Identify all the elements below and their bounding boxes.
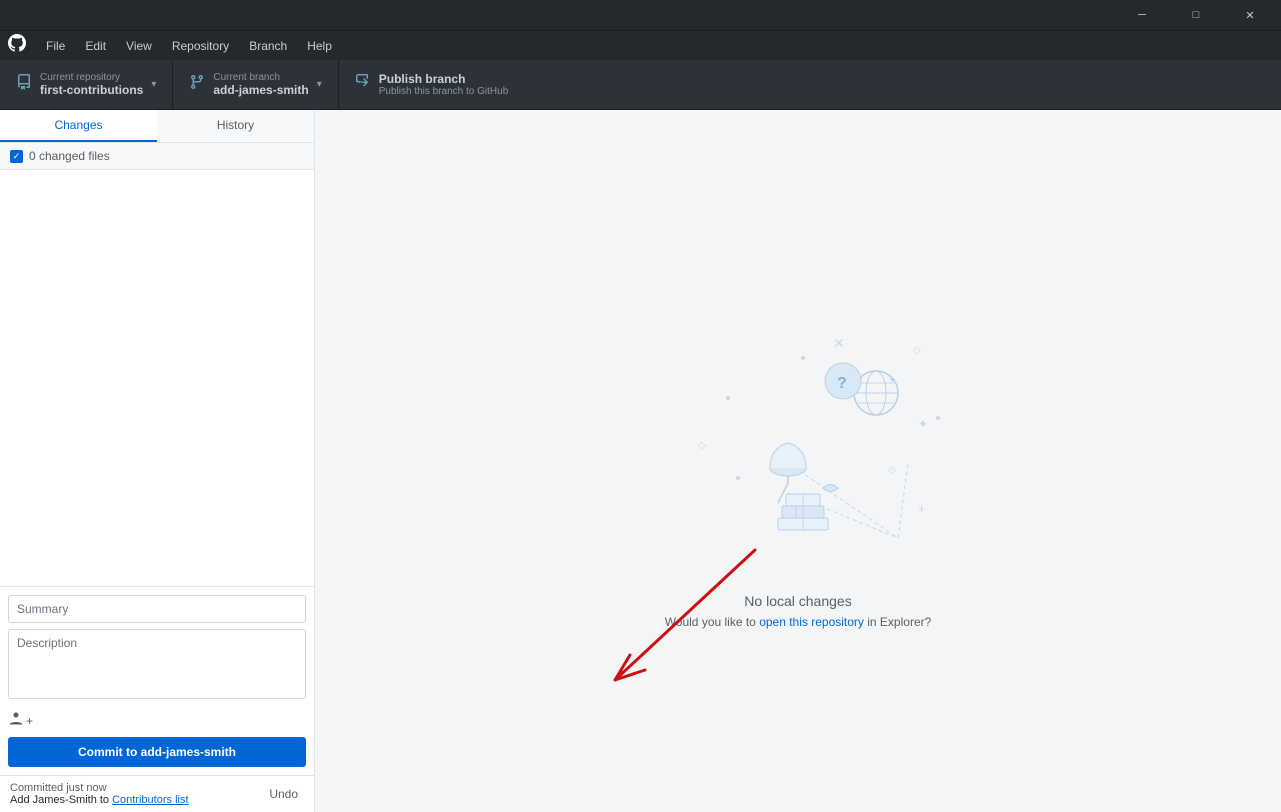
contributors-list-link[interactable]: Contributors list [112, 794, 188, 806]
main-content: ✕ ◇ ✦ ✦ ◇ ◇ + [315, 110, 1281, 812]
menu-view[interactable]: View [118, 35, 160, 57]
branch-value: add-james-smith [213, 83, 308, 97]
svg-text:◇: ◇ [913, 345, 921, 356]
recent-commit-bar: Committed just now Add James-Smith to Co… [0, 775, 314, 812]
close-button[interactable]: ✕ [1227, 0, 1273, 30]
tab-history[interactable]: History [157, 110, 314, 142]
current-branch-section[interactable]: Current branch add-james-smith ▾ [172, 60, 337, 109]
publish-text: Publish branch Publish this branch to Gi… [379, 72, 509, 97]
tab-changes[interactable]: Changes [0, 110, 157, 142]
branch-text: Current branch add-james-smith [213, 72, 308, 97]
recent-commit-message: Add James-Smith to Contributors list [10, 794, 189, 806]
repo-icon [16, 74, 32, 95]
user-icon [8, 710, 24, 731]
menu-bar: File Edit View Repository Branch Help [0, 30, 1281, 60]
publish-branch-section[interactable]: Publish branch Publish this branch to Gi… [338, 60, 538, 109]
repo-dropdown-arrow: ▾ [151, 79, 156, 90]
undo-button[interactable]: Undo [263, 785, 304, 803]
commit-area: + Commit to add-james-smith [0, 586, 314, 775]
branch-label: Current branch [213, 72, 308, 83]
svg-text:✕: ✕ [833, 335, 845, 351]
changed-files-bar: ✓ 0 changed files [0, 143, 314, 170]
select-all-checkbox[interactable]: ✓ [10, 150, 23, 163]
open-repository-link[interactable]: open this repository [759, 615, 864, 629]
branch-dropdown-arrow: ▾ [317, 79, 322, 90]
menu-file[interactable]: File [38, 35, 73, 57]
commit-button[interactable]: Commit to add-james-smith [8, 737, 306, 767]
sidebar: Changes History ✓ 0 changed files + [0, 110, 315, 812]
branch-icon [189, 74, 205, 95]
commit-button-prefix: Commit to [78, 745, 141, 759]
svg-text:+: + [918, 502, 925, 516]
description-textarea[interactable] [8, 629, 306, 699]
menu-repository[interactable]: Repository [164, 35, 237, 57]
main-layout: Changes History ✓ 0 changed files + [0, 110, 1281, 812]
publish-label: Publish branch [379, 72, 509, 86]
commit-button-branch: add-james-smith [141, 745, 236, 759]
repo-label: Current repository [40, 72, 143, 83]
publish-icon [355, 74, 371, 95]
maximize-button[interactable]: □ [1173, 0, 1219, 30]
svg-text:◇: ◇ [698, 440, 706, 451]
summary-input[interactable] [8, 595, 306, 623]
repo-value: first-contributions [40, 83, 143, 97]
svg-text:?: ? [837, 375, 847, 392]
menu-branch[interactable]: Branch [241, 35, 295, 57]
menu-help[interactable]: Help [299, 35, 340, 57]
no-changes-subtitle: Would you like to open this repository i… [665, 615, 932, 629]
tabs: Changes History [0, 110, 314, 143]
menu-edit[interactable]: Edit [77, 35, 114, 57]
repo-text: Current repository first-contributions [40, 72, 143, 97]
svg-text:◇: ◇ [888, 465, 896, 476]
commit-meta: + [8, 708, 306, 737]
sidebar-empty-area [0, 170, 314, 586]
recent-commit-time: Committed just now [10, 782, 189, 794]
publish-sublabel: Publish this branch to GitHub [379, 86, 509, 97]
toolbar: Current repository first-contributions ▾… [0, 60, 1281, 110]
svg-text:✦: ✦ [888, 375, 896, 386]
no-changes-illustration: ✕ ◇ ✦ ✦ ◇ ◇ + [648, 293, 948, 573]
github-logo [8, 34, 26, 57]
no-changes-sub-after: in Explorer? [864, 615, 931, 629]
recent-commit-text: Committed just now Add James-Smith to Co… [10, 782, 189, 806]
title-bar: ─ □ ✕ [0, 0, 1281, 30]
no-changes-sub-before: Would you like to [665, 615, 760, 629]
changed-files-count: 0 changed files [29, 149, 110, 163]
no-changes-title: No local changes [744, 593, 851, 609]
current-repo-section[interactable]: Current repository first-contributions ▾ [0, 60, 172, 109]
svg-text:✦: ✦ [918, 417, 928, 431]
minimize-button[interactable]: ─ [1119, 0, 1165, 30]
